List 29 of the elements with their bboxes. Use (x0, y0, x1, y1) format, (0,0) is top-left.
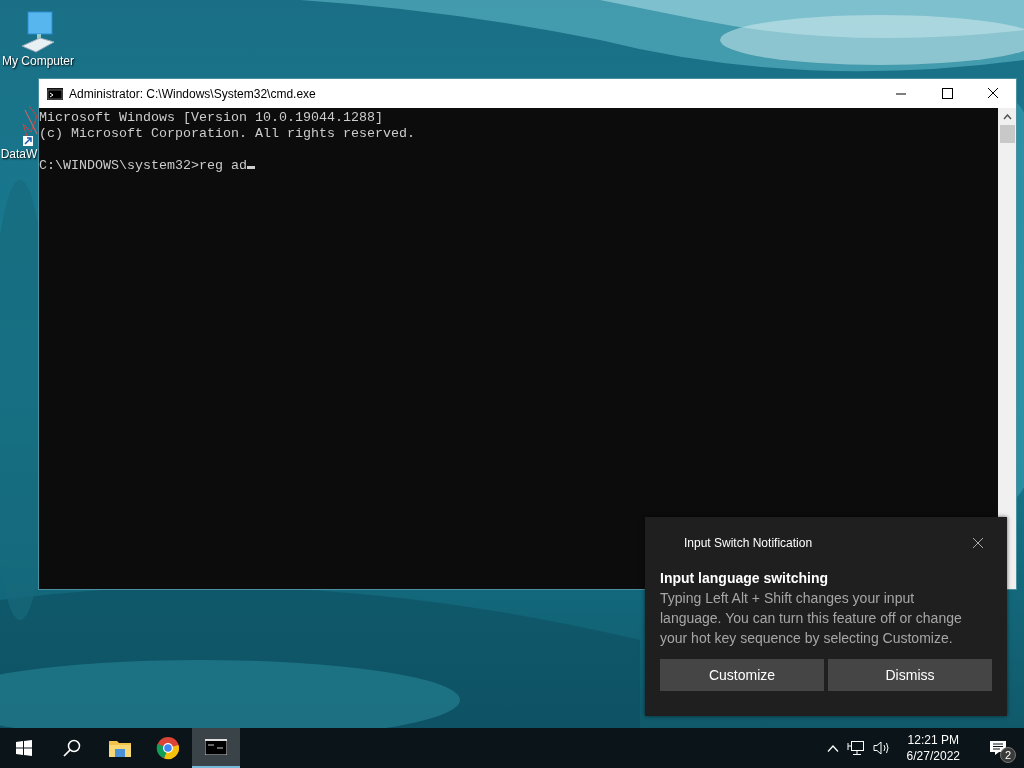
browser-app-icon (156, 736, 180, 760)
notification-action-button[interactable]: Customize (660, 659, 824, 691)
chevron-up-icon[interactable] (826, 744, 839, 752)
notification-title: Input language switching (660, 569, 829, 587)
console-icon (47, 87, 63, 100)
notification-action-button[interactable]: Dismiss (828, 659, 992, 691)
speaker-icon[interactable] (872, 740, 891, 756)
network-icon[interactable] (846, 740, 865, 756)
start-icon (16, 740, 32, 756)
action-center-button[interactable]: 2 (976, 728, 1020, 768)
notification-message: Typing Left Alt + Shift changes your input language. You can turn this feature off or change your hot key sequence by selecting Customize. (660, 589, 963, 648)
command-prompt-line[interactable]: C:\WINDOWS\system32>reg ad (39, 158, 255, 174)
search-icon (63, 739, 81, 757)
desktop-icon-label[interactable]: DataW (0, 147, 38, 161)
maximize-icon (940, 88, 954, 99)
terminal-app-button[interactable] (192, 728, 240, 768)
desktop-icon-label[interactable]: My Computer (2, 54, 74, 68)
notification-count-badge: 2 (1000, 747, 1016, 763)
scrollbar-thumb[interactable] (999, 125, 1015, 143)
notification-app-name: Input Switch Notification (684, 536, 814, 550)
scrollbar[interactable] (998, 108, 1016, 589)
close-icon (986, 88, 1000, 99)
close-button[interactable] (970, 535, 986, 551)
clock[interactable]: 12:21 PM 6/27/2022 (898, 732, 968, 764)
window-title: Administrator: C:\Windows\System32\cmd.exe (69, 86, 317, 101)
console-line: Microsoft Windows [Version 10.0.19044.1288] (39, 110, 383, 126)
terminal-app-icon (205, 739, 227, 755)
console-line: (c) Microsoft Corporation. All rights reserved. (39, 126, 415, 142)
folder-app-icon (109, 739, 131, 757)
